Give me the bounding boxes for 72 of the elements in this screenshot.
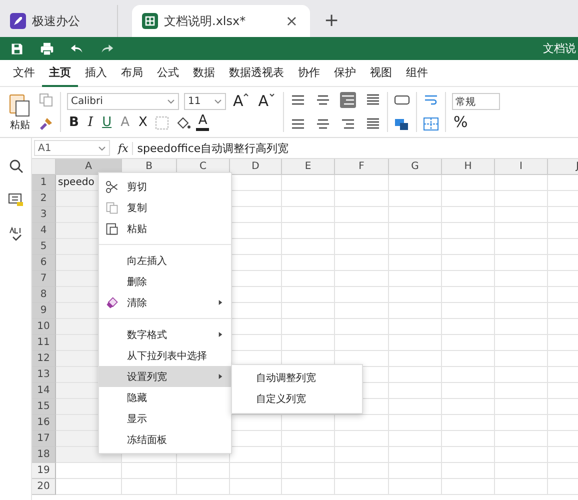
ribbon-tab[interactable]: 数据透视表 — [222, 60, 291, 86]
close-tab-button[interactable]: × — [283, 12, 300, 30]
font-name-field[interactable]: Calibri — [67, 93, 179, 110]
new-tab-button[interactable]: + — [310, 5, 354, 37]
menu-item[interactable]: 显示 — [99, 408, 231, 429]
strikethrough-button[interactable]: A — [118, 114, 132, 131]
column-header[interactable]: F — [335, 159, 389, 175]
function-button[interactable]: fx — [114, 142, 134, 154]
row-header[interactable]: 8 — [32, 287, 56, 303]
menu-item[interactable]: 从下拉列表中选择 — [99, 345, 231, 366]
formula-field[interactable]: speedoffice自动调整行高列宽 — [137, 140, 289, 156]
row-header[interactable]: 19 — [32, 463, 56, 479]
font-size-field[interactable]: 11 — [184, 93, 226, 110]
ribbon-tab[interactable]: 数据 — [186, 60, 222, 86]
ribbon-tab[interactable]: 视图 — [363, 60, 399, 86]
menu-item[interactable]: 自定义列宽 — [232, 389, 362, 410]
row-header[interactable]: 20 — [32, 479, 56, 495]
cell-text: speedo — [57, 177, 94, 188]
ribbon-tab[interactable]: 公式 — [150, 60, 186, 86]
column-header[interactable]: D — [230, 159, 282, 175]
row-header[interactable]: 1 — [32, 175, 56, 191]
row-header[interactable]: 2 — [32, 191, 56, 207]
row-header[interactable]: 16 — [32, 415, 56, 431]
row-header[interactable]: 14 — [32, 383, 56, 399]
increase-font-button[interactable]: A — [231, 93, 252, 110]
menu-item[interactable]: 清除 — [99, 292, 231, 313]
menu-item[interactable]: 删除 — [99, 271, 231, 292]
ribbon-tab[interactable]: 插入 — [78, 60, 114, 86]
menu-item[interactable]: 自动调整列宽 — [232, 368, 362, 389]
row-header[interactable]: 6 — [32, 255, 56, 271]
percent-button[interactable]: % — [452, 114, 470, 131]
row-header[interactable]: 5 — [32, 239, 56, 255]
row-header[interactable]: 3 — [32, 207, 56, 223]
row-header[interactable]: 4 — [32, 223, 56, 239]
name-box[interactable]: A1 — [34, 140, 110, 156]
ribbon-tab[interactable]: 主页 — [42, 60, 78, 86]
ribbon-tab[interactable]: 文件 — [6, 60, 42, 86]
column-header[interactable]: E — [282, 159, 335, 175]
menu-item[interactable]: 隐藏 — [99, 387, 231, 408]
row-header[interactable]: 12 — [32, 351, 56, 367]
document-tab[interactable]: 文档说明.xlsx* × — [132, 5, 310, 37]
column-header[interactable]: J — [548, 159, 578, 175]
row-header[interactable]: 17 — [32, 431, 56, 447]
italic-button[interactable]: I — [86, 114, 96, 131]
row-header[interactable]: 7 — [32, 271, 56, 287]
menu-item[interactable]: 复制 — [99, 197, 231, 218]
row-header[interactable]: 13 — [32, 367, 56, 383]
paste-button[interactable]: 粘贴 — [6, 90, 34, 134]
column-header[interactable]: G — [389, 159, 442, 175]
row-header[interactable]: 10 — [32, 319, 56, 335]
row-header[interactable]: 11 — [32, 335, 56, 351]
subscript-button[interactable]: X — [136, 114, 150, 131]
row-header[interactable]: 18 — [32, 447, 56, 463]
menu-item[interactable]: 粘贴 — [99, 218, 231, 239]
column-header[interactable]: H — [442, 159, 495, 175]
menu-item[interactable]: 数字格式 — [99, 324, 231, 345]
decrease-font-button[interactable]: A — [256, 93, 277, 110]
document-title: 文档说 — [543, 41, 576, 56]
ribbon-tab[interactable]: 布局 — [114, 60, 150, 86]
row-header[interactable]: 15 — [32, 399, 56, 415]
ribbon-tab[interactable]: 协作 — [291, 60, 327, 86]
underline-button[interactable]: U — [100, 114, 114, 131]
ribbon-tab[interactable]: 保护 — [327, 60, 363, 86]
ribbon-tab[interactable]: 组件 — [399, 60, 435, 86]
column-header[interactable]: A — [56, 159, 122, 175]
bold-button[interactable]: B — [67, 114, 81, 131]
menu-item[interactable]: 冻结面板 — [99, 429, 231, 450]
font-color-button[interactable]: A — [196, 114, 210, 131]
row-header[interactable]: 9 — [32, 303, 56, 319]
column-header[interactable]: I — [495, 159, 548, 175]
number-format-field[interactable]: 常规 — [452, 93, 500, 110]
menu-item[interactable]: 向左插入 — [99, 250, 231, 271]
